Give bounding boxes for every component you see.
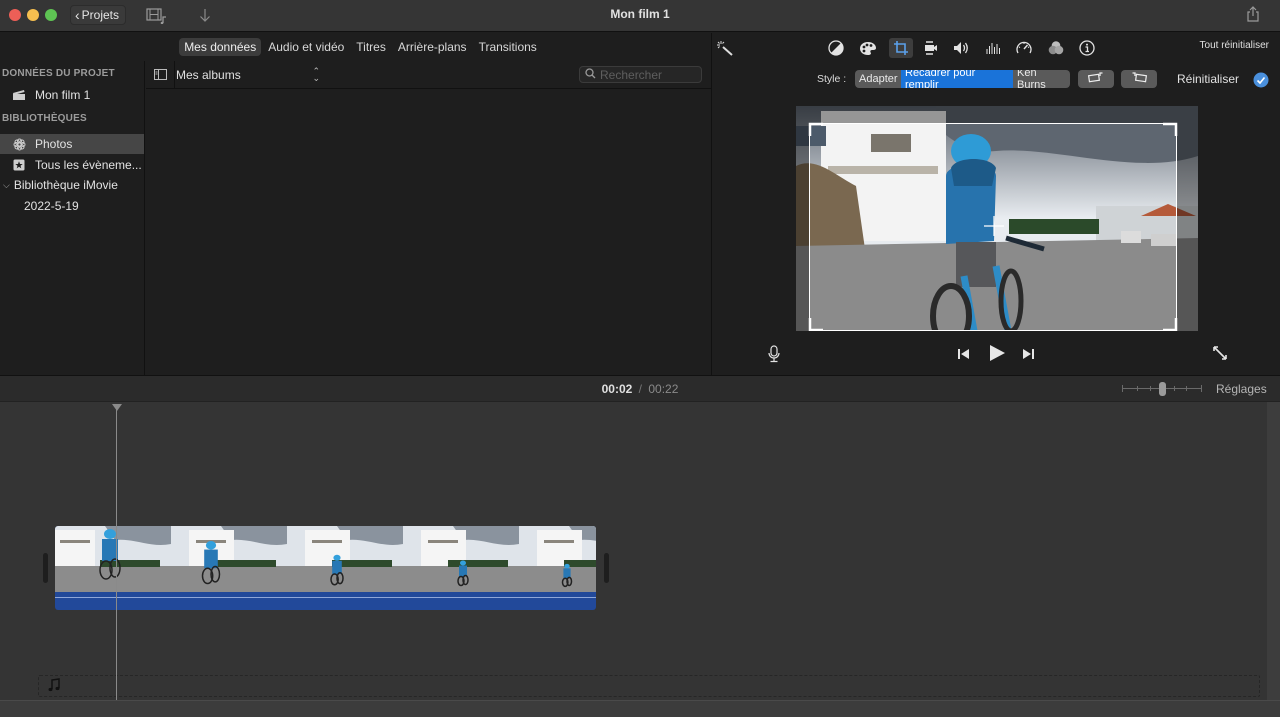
reset-button[interactable]: Réinitialiser [1177,72,1239,86]
info-icon[interactable] [1076,38,1098,58]
projects-back-button[interactable]: ‹ Projets [70,5,127,25]
import-arrow-icon[interactable] [199,7,211,28]
video-clip[interactable] [55,526,596,610]
style-ken-burns-button[interactable]: Ken Burns [1013,70,1070,88]
star-icon [12,159,26,171]
audio-waveform-line [55,597,596,598]
reset-all-button[interactable]: Tout réinitialiser [1200,40,1269,51]
color-palette-icon[interactable] [857,38,879,58]
sidebar-item-all-events[interactable]: Tous les évèneme... [0,155,144,175]
clip-thumbnail [519,526,596,592]
clip-thumbnail [287,526,403,592]
section-libraries: BIBLIOTHÈQUES [2,113,87,124]
clip-thumbnail [403,526,519,592]
playhead-handle[interactable] [112,404,122,411]
clip-trim-handle-left[interactable] [43,553,48,583]
sidebar-toggle-icon[interactable] [146,60,175,89]
rotate-left-button[interactable] [1078,70,1114,88]
share-icon[interactable] [1246,6,1260,27]
search-placeholder: Rechercher [600,67,663,82]
speedometer-icon[interactable] [1013,38,1035,58]
clip-thumbnail [171,526,287,592]
crop-style-row: Style : Adapter Recadrer pour remplir Ke… [712,70,1280,90]
rotate-right-icon [1130,70,1148,88]
libraries-sidebar: DONNÉES DU PROJET Mon film 1 BIBLIOTHÈQU… [0,61,145,375]
media-browser-toggle-icon[interactable] [146,8,168,29]
timeline-zoom-slider[interactable] [1122,382,1202,396]
chevron-left-icon: ‹ [75,7,80,23]
photos-flower-icon [12,138,26,150]
sidebar-item-library[interactable]: ⌵ Bibliothèque iMovie [0,175,144,195]
microphone-icon[interactable] [768,345,780,368]
style-label: Style : [817,73,847,85]
play-button[interactable] [988,344,1006,367]
minimize-window-button[interactable] [27,9,39,21]
sidebar-item-project[interactable]: Mon film 1 [0,85,144,105]
video-preview[interactable] [796,106,1198,331]
music-note-icon [48,678,60,697]
rotate-right-button[interactable] [1121,70,1157,88]
up-down-chevron-icon: ⌃ ⌄ [312,65,320,83]
clip-filter-icon[interactable] [1045,38,1067,58]
media-browser: Mes données Audio et vidéo Titres Arrièr… [0,33,711,375]
search-field[interactable]: Rechercher [579,66,702,83]
tab-mes-donnees[interactable]: Mes données [179,38,262,56]
clapperboard-icon [12,89,26,101]
volume-icon[interactable] [950,38,972,58]
timecode-bar: 00:02 / 00:22 Réglages [0,375,1280,402]
maximize-window-button[interactable] [45,9,57,21]
chevron-down-icon[interactable]: ⌵ [3,180,10,191]
sidebar-item-photos[interactable]: Photos [0,134,144,154]
tab-audio-video[interactable]: Audio et vidéo [263,38,349,56]
crop-icon[interactable] [889,38,913,58]
style-crop-to-fill-button[interactable]: Recadrer pour remplir [901,70,1013,88]
magic-wand-icon[interactable] [714,38,736,58]
zoom-slider-thumb[interactable] [1158,382,1166,396]
crop-style-segmented-control: Adapter Recadrer pour remplir Ken Burns [855,70,1070,88]
total-duration: 00:22 [648,382,679,396]
preview-frame-image [796,106,1198,331]
stabilization-camera-icon[interactable] [920,38,942,58]
tab-titres[interactable]: Titres [351,38,391,56]
style-adapter-button[interactable]: Adapter [855,70,901,88]
close-window-button[interactable] [9,9,21,21]
current-time: 00:02 [601,382,633,396]
search-icon [585,67,596,82]
sidebar-item-event[interactable]: 2022-5-19 [0,196,144,216]
album-bar: Mes albums ⌃ ⌄ Rechercher [146,60,711,89]
color-balance-icon[interactable] [825,38,847,58]
window-title: Mon film 1 [610,7,670,21]
settings-button[interactable]: Réglages [1216,382,1267,396]
skip-forward-icon[interactable] [1021,347,1035,365]
timeline[interactable] [0,402,1280,717]
skip-back-icon[interactable] [957,347,971,365]
tab-arriere-plans[interactable]: Arrière-plans [393,38,472,56]
browser-tabs: Mes données Audio et vidéo Titres Arrièr… [0,33,711,61]
fullscreen-expand-icon[interactable] [1212,345,1228,366]
equalizer-icon[interactable] [982,38,1004,58]
album-selector[interactable]: Mes albums ⌃ ⌄ [175,65,320,83]
clip-thumbnail [55,526,171,592]
apply-checkmark-icon[interactable] [1253,72,1269,93]
rotate-left-icon [1087,70,1105,88]
viewer-panel: Tout réinitialiser Style : Adapter Recad… [711,33,1280,375]
music-track-area[interactable] [38,675,1260,697]
playhead[interactable] [116,406,117,700]
title-bar: ‹ Projets Mon film 1 [0,0,1280,32]
clip-trim-handle-right[interactable] [604,553,609,583]
timeline-scrollbar[interactable] [1267,402,1280,700]
section-project-data: DONNÉES DU PROJET [2,68,115,79]
timecode-display: 00:02 / 00:22 [601,382,679,396]
tab-transitions[interactable]: Transitions [474,38,542,56]
